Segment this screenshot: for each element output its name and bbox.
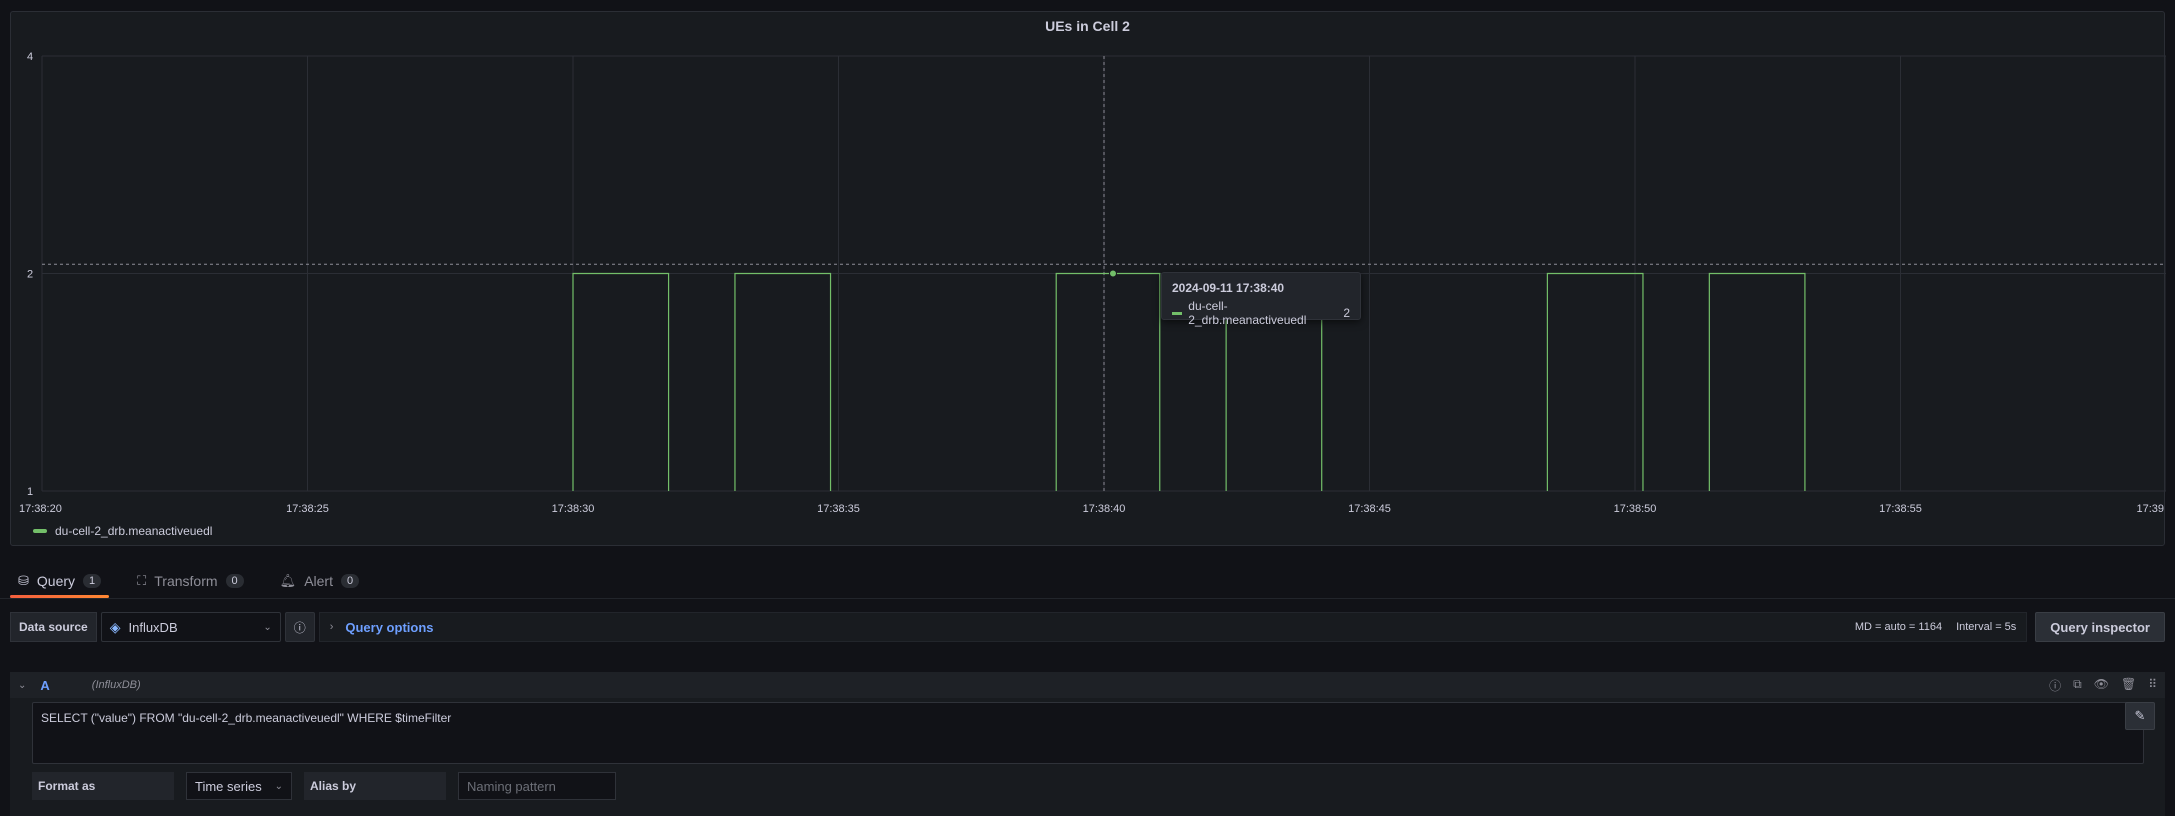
- x-tick-label: 17:38:45: [1348, 503, 1391, 515]
- interval-value: Interval = 5s: [1956, 621, 2017, 633]
- question-circle-icon: ⓘ: [293, 620, 306, 635]
- chevron-right-icon: ›: [329, 621, 334, 633]
- x-tick-label: 17:38:35: [817, 503, 860, 515]
- series-pulse: [1055, 272, 1161, 491]
- datasource-row: Data source ◈ InfluxDB ⌄ ⓘ › Query optio…: [10, 612, 2165, 642]
- alias-by-input[interactable]: Naming pattern: [458, 772, 616, 800]
- x-tick-label: 17:38:50: [1614, 503, 1657, 515]
- query-letter[interactable]: A: [40, 678, 49, 693]
- query-options-meta: MD = auto = 1164 Interval = 5s: [1855, 621, 2016, 633]
- graph-panel: UEs in Cell 2 1 2 4 17:38:20 17:38:25 17:38:3…: [10, 11, 2166, 547]
- x-tick-label: 17:39: [2136, 503, 2164, 515]
- chevron-down-icon: ⌄: [274, 780, 283, 792]
- bell-icon: 🔔︎: [279, 573, 297, 588]
- tab-query-count: 1: [83, 574, 102, 588]
- datasource-help-button[interactable]: ⓘ: [284, 612, 315, 642]
- series-pulse: [572, 272, 670, 491]
- tab-transform[interactable]: ⛶ Transform 0: [129, 564, 252, 598]
- format-as-select[interactable]: Time series ⌄: [186, 772, 292, 800]
- trash-icon[interactable]: 🗑︎: [2121, 677, 2136, 694]
- tooltip-series: du-cell-2_drb.meanactiveuedl: [1188, 299, 1307, 327]
- query-options-bar[interactable]: › Query options MD = auto = 1164 Interva…: [318, 612, 2028, 642]
- pencil-icon: ✎: [2134, 708, 2146, 723]
- x-tick-label: 17:38:55: [1879, 503, 1922, 515]
- query-inspector-button[interactable]: Query inspector: [2035, 612, 2165, 642]
- tooltip-row: du-cell-2_drb.meanactiveuedl 2: [1172, 299, 1350, 327]
- transform-icon: ⛶: [137, 573, 147, 588]
- legend-label[interactable]: du-cell-2_drb.meanactiveuedl: [55, 524, 212, 538]
- datasource-label: Data source: [10, 612, 97, 642]
- tabs-divider: [0, 598, 2175, 599]
- tooltip-time: 2024-09-11 17:38:40: [1172, 281, 1285, 295]
- x-tick-label: 17:38:25: [286, 503, 329, 515]
- hover-tooltip: 2024-09-11 17:38:40 du-cell-2_drb.meanac…: [1161, 272, 1361, 327]
- y-tick-label: 4: [27, 51, 33, 63]
- query-datasource: (InfluxDB): [91, 679, 141, 691]
- datasource-selected: InfluxDB: [128, 619, 178, 635]
- tab-query-label: Query: [36, 573, 76, 589]
- tab-alert-label: Alert: [304, 573, 333, 589]
- series-pulse: [734, 272, 832, 491]
- query-a-body: SELECT ("value") FROM "du-cell-2_drb.mea…: [10, 698, 2165, 816]
- query-format-row: Format as Time series ⌄ Alias by Naming …: [32, 772, 616, 800]
- query-textarea[interactable]: SELECT ("value") FROM "du-cell-2_drb.mea…: [32, 702, 2144, 764]
- legend-swatch: [33, 529, 47, 533]
- help-icon[interactable]: ⓘ: [2049, 677, 2061, 694]
- tab-transform-label: Transform: [154, 573, 218, 589]
- database-icon: ⛁: [18, 573, 29, 588]
- series-pulse: [1708, 272, 1806, 491]
- query-actions: ⓘ ⧉ 👁︎ 🗑︎ ⠿: [2049, 677, 2157, 694]
- tab-alert[interactable]: 🔔︎ Alert 0: [272, 564, 367, 598]
- x-tick-label: 17:38:30: [552, 503, 595, 515]
- tab-alert-count: 0: [340, 574, 360, 588]
- tab-query[interactable]: ⛁ Query 1: [10, 564, 110, 598]
- chevron-down-icon: ⌄: [263, 621, 272, 633]
- alias-by-label: Alias by: [304, 772, 446, 800]
- tooltip-value: 2: [1343, 306, 1350, 320]
- y-tick-label: 1: [27, 486, 33, 498]
- duplicate-icon[interactable]: ⧉: [2073, 677, 2082, 694]
- format-as-value: Time series: [195, 778, 262, 794]
- max-data-points: MD = auto = 1164: [1854, 621, 1943, 633]
- query-a-header[interactable]: ⌄ A (InfluxDB) ⓘ ⧉ 👁︎ 🗑︎ ⠿: [10, 672, 2165, 698]
- legend[interactable]: du-cell-2_drb.meanactiveuedl: [33, 524, 212, 538]
- tab-transform-count: 0: [225, 574, 244, 588]
- tooltip-swatch: [1172, 311, 1183, 315]
- x-tick-label: 17:38:40: [1083, 503, 1126, 515]
- series-pulse: [1546, 272, 1644, 491]
- time-series-chart[interactable]: 1 2 4 17:38:20 17:38:25 17:38:30 17:38:35 17:38…: [11, 12, 2166, 547]
- drag-handle-icon[interactable]: ⠿: [2148, 677, 2157, 694]
- format-as-label: Format as: [32, 772, 174, 800]
- editor-tabs: ⛁ Query 1 ⛶ Transform 0 🔔︎ Alert 0: [10, 564, 367, 598]
- hover-point: [1109, 269, 1117, 278]
- y-tick-label: 2: [27, 269, 33, 281]
- collapse-chevron-icon[interactable]: ⌄: [18, 680, 26, 691]
- influxdb-icon: ◈: [109, 618, 121, 635]
- x-tick-label: 17:38:20: [19, 503, 62, 515]
- eye-icon[interactable]: 👁︎: [2094, 677, 2109, 694]
- toggle-editor-button[interactable]: ✎: [2125, 702, 2155, 730]
- query-options-link[interactable]: Query options: [345, 620, 433, 635]
- datasource-select[interactable]: ◈ InfluxDB ⌄: [100, 612, 281, 642]
